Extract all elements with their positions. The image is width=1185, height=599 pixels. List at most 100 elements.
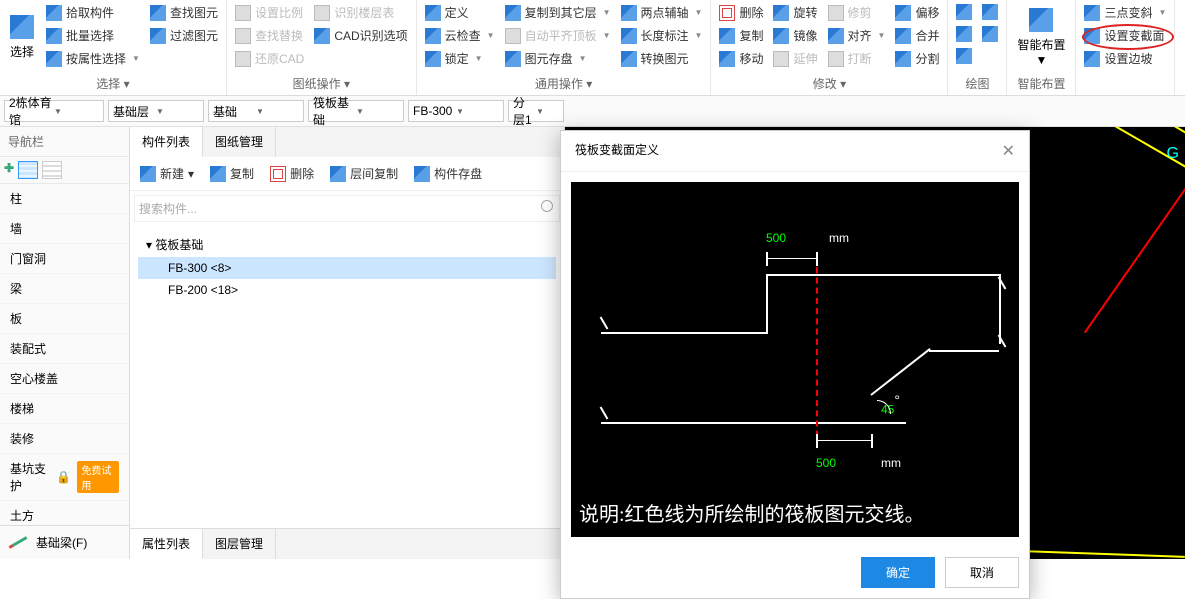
nav-title: 导航栏 — [0, 127, 129, 157]
component-combo[interactable]: FB-300▼ — [408, 100, 504, 122]
offset[interactable]: 偏移 — [891, 2, 943, 23]
tree-item[interactable]: FB-300 <8> — [138, 257, 556, 279]
nav-item[interactable]: 装修 — [0, 424, 129, 454]
nav-item-special[interactable]: 基坑支护🔒免费试用 — [0, 454, 129, 501]
bottom-tabs: 属性列表 图层管理 — [130, 528, 564, 559]
dialog-title: 筏板变截面定义 — [575, 141, 659, 161]
smart-layout-button[interactable]: 智能布置▼ — [1011, 2, 1071, 72]
two-point-axis[interactable]: 两点辅轴▼ — [617, 2, 707, 23]
filter-element[interactable]: 过滤图元 — [146, 25, 222, 46]
lock[interactable]: 锁定▼ — [421, 48, 499, 69]
nav-foot[interactable]: 基础梁(F) — [0, 525, 129, 559]
category-combo[interactable]: 基础▼ — [208, 100, 304, 122]
layer-combo[interactable]: 分层1▼ — [508, 100, 564, 122]
draw-icon[interactable] — [978, 24, 1002, 44]
canvas-line — [1065, 127, 1185, 214]
draw-point-icon[interactable] — [952, 2, 976, 22]
component-toolbar: 新建 ▾ 复制 删除 层间复制 构件存盘 — [130, 157, 564, 191]
annotation-circle — [1082, 24, 1174, 50]
group-label: 图纸操作 ▾ — [231, 72, 412, 95]
pick-component[interactable]: 拾取构件 — [42, 2, 144, 23]
search-icon — [541, 200, 553, 212]
nav-item[interactable]: 门窗洞 — [0, 244, 129, 274]
free-tag: 免费试用 — [77, 461, 119, 493]
tab-drawing-mgmt[interactable]: 图纸管理 — [203, 127, 276, 157]
delete-button[interactable]: 删除 — [266, 163, 318, 184]
draw-rect-icon[interactable] — [952, 46, 976, 66]
dialog-title-bar: 筏板变截面定义 ✕ — [561, 131, 1029, 172]
nav-item[interactable]: 板 — [0, 304, 129, 334]
type-combo[interactable]: 筏板基础▼ — [308, 100, 404, 122]
tree-item[interactable]: FB-200 <18> — [138, 279, 556, 301]
rotate[interactable]: 旋转 — [769, 2, 821, 23]
find-replace: 查找替换 — [231, 25, 308, 46]
save-component-button[interactable]: 构件存盘 — [410, 163, 486, 184]
restore-cad: 还原CAD — [231, 48, 308, 69]
nav-list: 柱 墙 门窗洞 梁 板 装配式 空心楼盖 楼梯 装修 基坑支护🔒免费试用 土方 … — [0, 184, 129, 525]
trim: 修剪 — [824, 2, 890, 23]
nav-item[interactable]: 梁 — [0, 274, 129, 304]
ribbon: 选择 拾取构件 批量选择 按属性选择▼ 查找图元 过滤图元 选择 ▾ 设置比例 … — [0, 0, 1185, 96]
split[interactable]: 分割 — [891, 48, 943, 69]
save-element[interactable]: 图元存盘▼ — [501, 48, 615, 69]
search-input[interactable]: 搜索构件... — [134, 195, 560, 222]
nav-item[interactable]: 墙 — [0, 214, 129, 244]
nav-item[interactable]: 楼梯 — [0, 394, 129, 424]
nav-panel: 导航栏 ✚ 柱 墙 门窗洞 梁 板 装配式 空心楼盖 楼梯 装修 基坑支护🔒免费… — [0, 127, 130, 559]
identify-floor: 识别楼层表 — [310, 2, 411, 23]
set-scale: 设置比例 — [231, 2, 308, 23]
move[interactable]: 移动 — [715, 48, 767, 69]
pencil-icon — [9, 536, 28, 549]
group-label: 绘图 — [952, 72, 1002, 95]
batch-select[interactable]: 批量选择 — [42, 25, 144, 46]
select-by-prop[interactable]: 按属性选择▼ — [42, 48, 144, 69]
mirror[interactable]: 镜像 — [769, 25, 821, 46]
component-panel: 构件列表 图纸管理 新建 ▾ 复制 删除 层间复制 构件存盘 搜索构件... ▾… — [130, 127, 565, 559]
tab-component-list[interactable]: 构件列表 — [130, 127, 203, 157]
cancel-button[interactable]: 取消 — [945, 557, 1019, 588]
group-label: 通用操作 ▾ — [421, 72, 707, 95]
define[interactable]: 定义 — [421, 2, 499, 23]
list-view-icon[interactable] — [18, 161, 38, 179]
nav-item[interactable]: 装配式 — [0, 334, 129, 364]
group-label: 智能布置 — [1011, 72, 1071, 95]
close-icon[interactable]: ✕ — [1002, 141, 1015, 161]
draw-line-icon[interactable] — [952, 24, 976, 44]
filter-bar: 2栋体育馆▼ 基础层▼ 基础▼ 筏板基础▼ FB-300▼ 分层1▼ — [0, 96, 1185, 127]
tab-layers[interactable]: 图层管理 — [203, 529, 276, 559]
floor-combo[interactable]: 基础层▼ — [108, 100, 204, 122]
draw-icon[interactable] — [978, 2, 1002, 22]
select-button[interactable]: 选择 — [4, 2, 40, 72]
align[interactable]: 对齐▼ — [824, 25, 890, 46]
nav-item[interactable]: 空心楼盖 — [0, 364, 129, 394]
find-element[interactable]: 查找图元 — [146, 2, 222, 23]
copy-button[interactable]: 复制 — [206, 163, 258, 184]
floor-copy-button[interactable]: 层间复制 — [326, 163, 402, 184]
lock-icon: 🔒 — [56, 470, 71, 484]
three-point-slope[interactable]: 三点变斜▼ — [1080, 2, 1170, 23]
delete[interactable]: 删除 — [715, 2, 767, 23]
length-dim[interactable]: 长度标注▼ — [617, 25, 707, 46]
tab-properties[interactable]: 属性列表 — [130, 529, 203, 559]
component-tree: ▾ 筏板基础 FB-300 <8> FB-200 <18> — [130, 226, 564, 307]
copy[interactable]: 复制 — [715, 25, 767, 46]
grid-view-icon[interactable] — [42, 161, 62, 179]
ok-button[interactable]: 确定 — [861, 557, 935, 588]
var-section-dialog: 筏板变截面定义 ✕ 500 mm 500 mm 45° — [560, 130, 1030, 599]
building-combo[interactable]: 2栋体育馆▼ — [4, 100, 104, 122]
cad-options[interactable]: CAD识别选项 — [310, 25, 411, 46]
plus-icon[interactable]: ✚ — [4, 161, 14, 179]
mid-tabs: 构件列表 图纸管理 — [130, 127, 564, 157]
axis-label: G — [1167, 145, 1179, 163]
dialog-footer: 确定 取消 — [561, 547, 1029, 598]
convert-element[interactable]: 转换图元 — [617, 48, 707, 69]
nav-item[interactable]: 土方 — [0, 501, 129, 525]
nav-tools: ✚ — [0, 157, 129, 184]
tree-root[interactable]: ▾ 筏板基础 — [138, 232, 556, 257]
set-slope[interactable]: 设置边坡 — [1080, 48, 1170, 69]
new-button[interactable]: 新建 ▾ — [136, 163, 198, 184]
cloud-check[interactable]: 云检查▼ — [421, 25, 499, 46]
copy-to-floor[interactable]: 复制到其它层▼ — [501, 2, 615, 23]
nav-item[interactable]: 柱 — [0, 184, 129, 214]
merge[interactable]: 合并 — [891, 25, 943, 46]
